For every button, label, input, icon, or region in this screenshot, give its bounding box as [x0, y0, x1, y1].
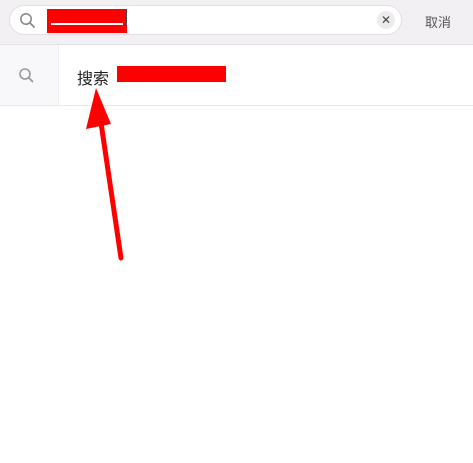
text-caret [126, 9, 127, 26]
cancel-button[interactable]: 取消 [418, 12, 458, 31]
suggestion-prefix: 搜索 [77, 69, 110, 88]
suggestion-icon-cell [0, 45, 59, 105]
clear-icon[interactable]: ✕ [377, 11, 395, 29]
redacted-query [47, 9, 127, 33]
search-icon [20, 13, 35, 28]
redacted-suggestion-query [117, 66, 226, 82]
search-suggestion-row[interactable]: 搜索 [0, 45, 473, 106]
search-header: ✕ 取消 [0, 0, 473, 45]
search-bar[interactable]: ✕ [9, 5, 402, 35]
search-icon [19, 68, 34, 83]
